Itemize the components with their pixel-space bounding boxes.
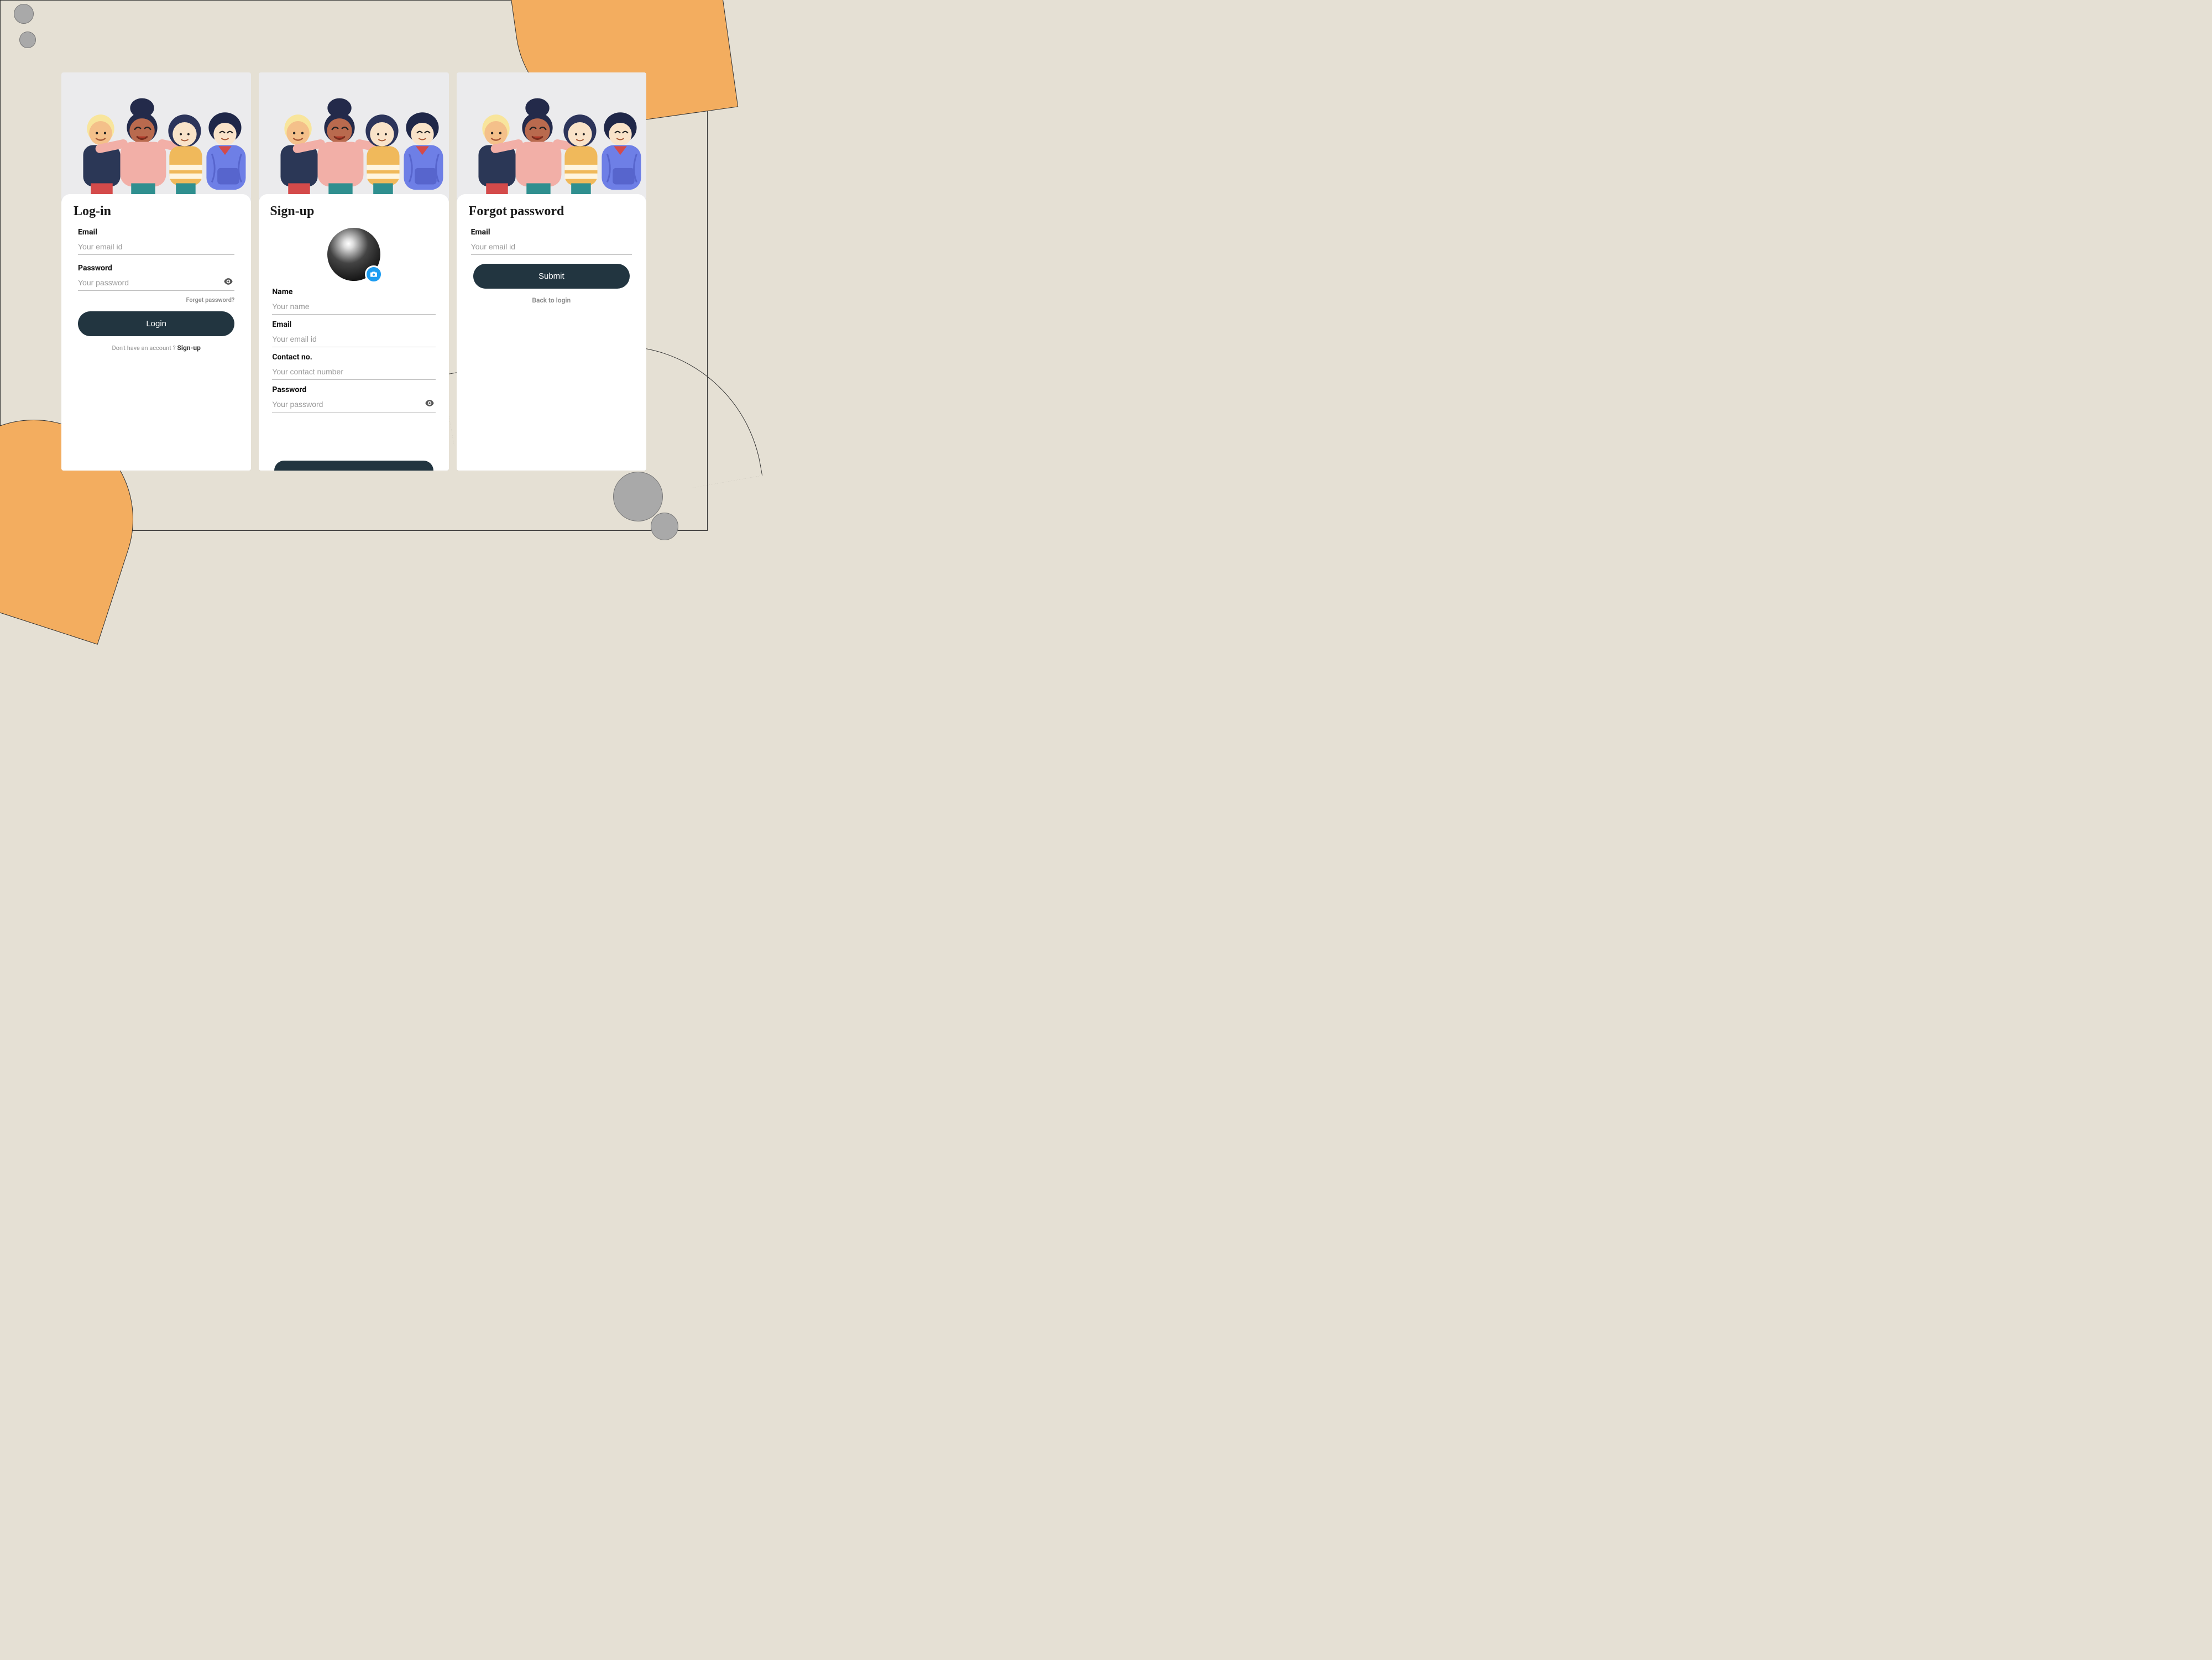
login-button[interactable]: Login xyxy=(78,311,234,336)
contact-field-group: Contact no. xyxy=(272,353,435,380)
name-label: Name xyxy=(272,288,435,296)
name-field-group: Name xyxy=(272,288,435,315)
password-field-group: Password xyxy=(78,264,234,291)
signup-button-peek[interactable] xyxy=(259,461,448,471)
hero-illustration xyxy=(61,72,251,199)
forgot-password-screen: Forgot password Email Submit Back to log… xyxy=(457,72,646,471)
email-label: Email xyxy=(272,320,435,329)
password-label: Password xyxy=(78,264,234,273)
decor-circle xyxy=(19,32,36,48)
signup-prompt-text: Don't have an account ? xyxy=(112,344,177,352)
decor-circle xyxy=(613,472,663,521)
hero-illustration xyxy=(457,72,646,199)
signup-title: Sign-up xyxy=(270,204,437,219)
email-input[interactable] xyxy=(78,239,234,254)
email-field-group: Email xyxy=(78,228,234,255)
forgot-sheet: Forgot password Email Submit Back to log… xyxy=(457,194,646,471)
login-screen: Log-in Email Password Forget password? L… xyxy=(61,72,251,471)
avatar-upload xyxy=(270,228,437,281)
decor-circle xyxy=(14,4,34,24)
hero-illustration xyxy=(259,72,448,199)
login-title: Log-in xyxy=(74,204,239,219)
avatar-preview xyxy=(327,228,380,281)
camera-icon[interactable] xyxy=(365,265,383,283)
email-input[interactable] xyxy=(272,331,435,347)
login-sheet: Log-in Email Password Forget password? L… xyxy=(61,194,251,471)
email-input[interactable] xyxy=(471,239,632,254)
forgot-password-link[interactable]: Forget password? xyxy=(74,296,234,304)
contact-label: Contact no. xyxy=(272,353,435,362)
signup-screen: Sign-up Name Email xyxy=(259,72,448,471)
email-field-group: Email xyxy=(272,320,435,347)
signup-prompt: Don't have an account ? Sign-up xyxy=(74,344,239,352)
signup-link[interactable]: Sign-up xyxy=(177,344,200,352)
submit-button[interactable]: Submit xyxy=(473,264,630,289)
email-label: Email xyxy=(471,228,632,237)
signup-sheet: Sign-up Name Email xyxy=(259,194,448,471)
email-field-group: Email xyxy=(471,228,632,255)
eye-icon[interactable] xyxy=(222,276,234,288)
contact-input[interactable] xyxy=(272,364,435,379)
password-input[interactable] xyxy=(272,396,435,412)
decor-circle xyxy=(651,513,678,540)
email-label: Email xyxy=(78,228,234,237)
password-input[interactable] xyxy=(78,275,234,290)
forgot-title: Forgot password xyxy=(469,204,634,219)
back-to-login-link[interactable]: Back to login xyxy=(469,296,634,304)
password-label: Password xyxy=(272,385,435,394)
password-field-group: Password xyxy=(272,385,435,413)
eye-icon[interactable] xyxy=(423,398,436,410)
name-input[interactable] xyxy=(272,299,435,314)
